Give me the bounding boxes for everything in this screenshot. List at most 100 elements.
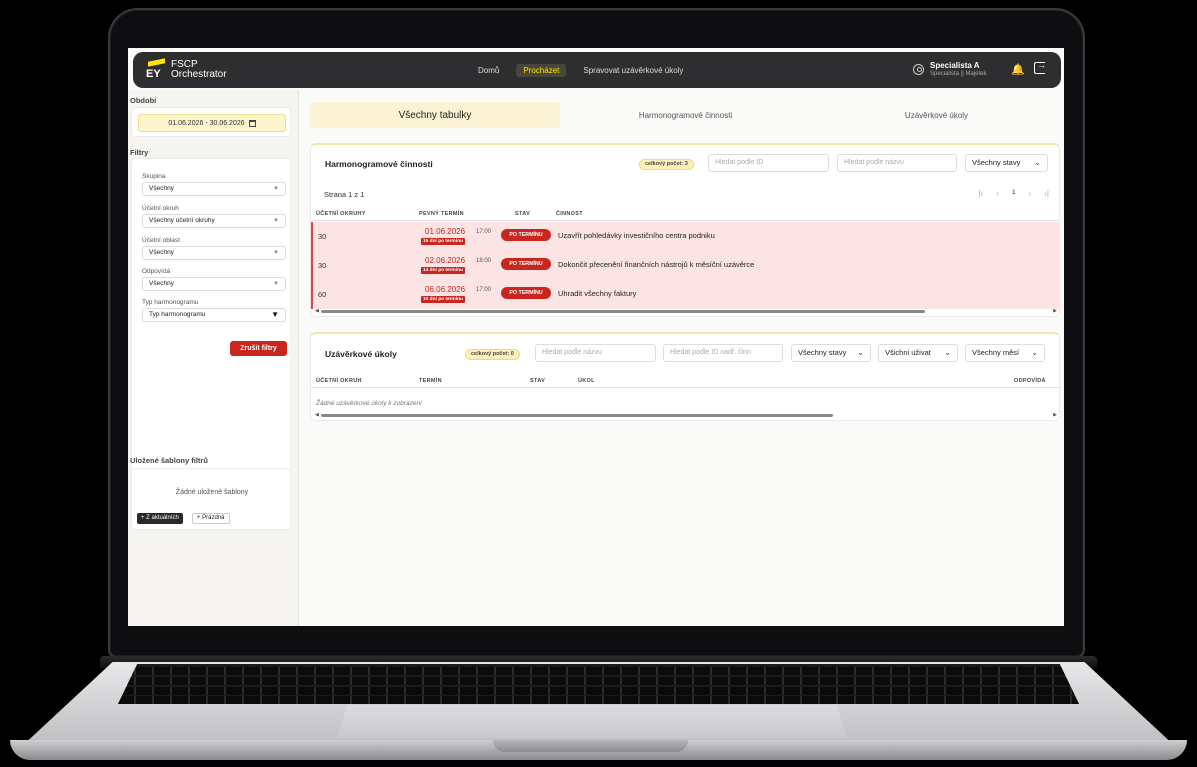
user-role: Specialista || Majetek [930,71,987,77]
closing-month-select[interactable]: Všechny měsí ⌄ [965,344,1045,362]
scrollbar-thumb[interactable] [321,310,925,313]
overdue-badge: 10 dní po termínu [421,296,465,303]
add-empty-button[interactable]: + Prázdná [192,513,230,524]
filter-area-select[interactable]: Všechny ▼ [142,246,286,260]
saved-templates-card: Žádné uložené šablony + Z aktuálních + P… [131,468,291,530]
brand-name: FSCP Orchestrator [171,60,227,80]
closing-search-parent-input[interactable]: Hledat podle ID nadř. činn [663,344,783,362]
scroll-right-icon[interactable]: ▶ [1053,412,1057,418]
row-activity[interactable]: Uzavřít pohledávky investičního centra p… [558,231,715,240]
col-activity[interactable]: ČINNOST [556,211,583,217]
schedule-status-value: Všechny stavy [972,158,1021,167]
filter-okruh-select[interactable]: Všechny účetní okruhy ▼ [142,214,286,228]
col-status[interactable]: STAV [515,211,530,217]
scroll-left-icon[interactable]: ◀ [315,308,319,314]
row-activity[interactable]: Dokončit přecenění finančních nástrojů k… [558,260,754,269]
period-card: 01.06.2026 - 30.06.2026 [131,107,291,137]
closing-user-select[interactable]: Všichni uživat ⌄ [878,344,958,362]
app-screen: EY FSCP Orchestrator Domů Procházet Spra… [128,48,1064,626]
closing-status-value: Všechny stavy [798,348,847,357]
trackpad [337,705,847,738]
saved-templates-empty: Žádné uložené šablony [175,489,249,496]
scrollbar-thumb[interactable] [321,414,833,417]
col-owner[interactable]: ODPOVÍDÁ [1014,378,1046,384]
schedule-title: Harmonogramové činnosti [325,159,433,169]
last-page-icon[interactable]: ›| [1044,189,1049,198]
col-okruhy[interactable]: ÚČETNÍ OKRUHY [316,211,366,217]
user-menu[interactable]: Specialista A Specialista || Majetek [913,61,986,78]
dropdown-arrow-icon: ▼ [273,250,279,256]
scroll-left-icon[interactable]: ◀ [315,412,319,418]
filter-schedule-type-value: Typ harmonogramu [149,311,206,318]
nav-browse[interactable]: Procházet [516,64,567,77]
ey-logo[interactable]: EY [146,58,166,80]
filter-area-label: Účetní oblast [142,237,180,244]
filter-area-value: Všechny [149,249,174,256]
period-picker[interactable]: 01.06.2026 - 30.06.2026 [138,114,286,132]
status-badge: PO TERMÍNU [501,287,551,299]
table-row[interactable]: 60 06.06.2026 17:00 10 dní po termínu PO… [311,280,1059,309]
row-date: 06.06.2026 [425,285,466,294]
chevron-down-icon: ⌄ [1031,348,1038,357]
table-row[interactable]: 30 02.06.2026 18:00 14 dní po termínu PO… [311,251,1059,280]
ey-logo-text: EY [146,68,161,80]
closing-status-select[interactable]: Všechny stavy ⌄ [791,344,871,362]
next-page-icon[interactable]: › [1029,189,1032,198]
tab-all-tables[interactable]: Všechny tabulky [310,102,560,128]
col-okruh[interactable]: ÚČETNÍ OKRUH [316,378,362,384]
filters-label: Filtry [130,148,149,157]
closing-table-header: ÚČETNÍ OKRUH TERMÍN STAV ÚKOL ODPOVÍDÁ [311,374,1059,388]
schedule-pager-text: Strana 1 z 1 [324,190,365,199]
tab-bar: Všechny tabulky Harmonogramové činnosti … [310,102,1062,128]
dropdown-arrow-icon: ▼ [271,310,279,319]
chevron-down-icon: ⌄ [944,348,951,357]
filter-group-value: Všechny [149,185,174,192]
schedule-search-id-input[interactable]: Hledat podle ID [708,154,829,172]
col-status[interactable]: STAV [530,378,545,384]
nav-manage-tasks[interactable]: Spravovat uzávěrkové úkoly [576,64,690,77]
overdue-badge: 15 dní po termínu [421,238,465,245]
period-label: Období [130,96,157,105]
col-fixed-deadline[interactable]: PEVNÝ TERMÍN [419,211,464,217]
row-activity[interactable]: Uhradit všechny faktury [558,289,636,298]
schedule-panel: Harmonogramové činnosti celkový počet: 3… [310,143,1060,317]
brand-line-2: Orchestrator [171,69,227,80]
saved-templates-label: Uložené šablony filtrů [130,456,208,465]
closing-month-value: Všechny měsí [972,348,1020,357]
main-nav: Domů Procházet Spravovat uzávěrkové úkol… [471,64,690,77]
row-date: 01.06.2026 [425,227,466,236]
logout-icon[interactable] [1034,60,1046,74]
schedule-search-name-input[interactable]: Hledat podle názvu [837,154,957,172]
prev-page-icon[interactable]: ‹ [996,189,999,198]
dropdown-arrow-icon: ▼ [273,281,279,287]
bell-icon[interactable]: 🔔 [1011,63,1025,76]
current-page[interactable]: 1 [1012,189,1016,198]
closing-count-badge: celkový počet: 0 [465,349,520,360]
row-time: 17:00 [476,229,492,235]
nav-home[interactable]: Domů [471,64,506,77]
table-row[interactable]: 30 01.06.2026 17:00 15 dní po termínu PO… [311,222,1059,251]
keyboard [118,664,1079,704]
schedule-status-select[interactable]: Všechny stavy ⌄ [965,154,1048,172]
filter-schedule-type-select[interactable]: Typ harmonogramu ▼ [142,308,286,322]
filter-owner-select[interactable]: Všechny ▼ [142,277,286,291]
tab-schedule-activities[interactable]: Harmonogramové činnosti [560,102,811,128]
schedule-pager: |‹ ‹ 1 › ›| [979,189,1049,198]
filter-okruh-label: Účetní okruh [142,205,179,212]
top-bar: EY FSCP Orchestrator Domů Procházet Spra… [133,52,1061,88]
scroll-right-icon[interactable]: ▶ [1053,308,1057,314]
row-okruh: 60 [318,290,327,299]
col-task[interactable]: ÚKOL [578,378,595,384]
sidebar: Období 01.06.2026 - 30.06.2026 Filtry Sk… [128,90,299,626]
first-page-icon[interactable]: |‹ [979,189,984,198]
closing-scrollbar[interactable]: ◀ ▶ [315,412,1057,418]
chevron-down-icon: ⌄ [857,348,864,357]
user-icon [913,64,924,75]
closing-search-name-input[interactable]: Hledat podle názvu [535,344,656,362]
filter-group-select[interactable]: Všechny ▼ [142,182,286,196]
clear-filters-button[interactable]: Zrušit filtry [230,341,287,356]
schedule-scrollbar[interactable]: ◀ ▶ [315,308,1057,314]
col-deadline[interactable]: TERMÍN [419,378,442,384]
add-from-current-button[interactable]: + Z aktuálních [137,513,183,524]
tab-closing-tasks[interactable]: Uzávěrkové úkoly [811,102,1062,128]
